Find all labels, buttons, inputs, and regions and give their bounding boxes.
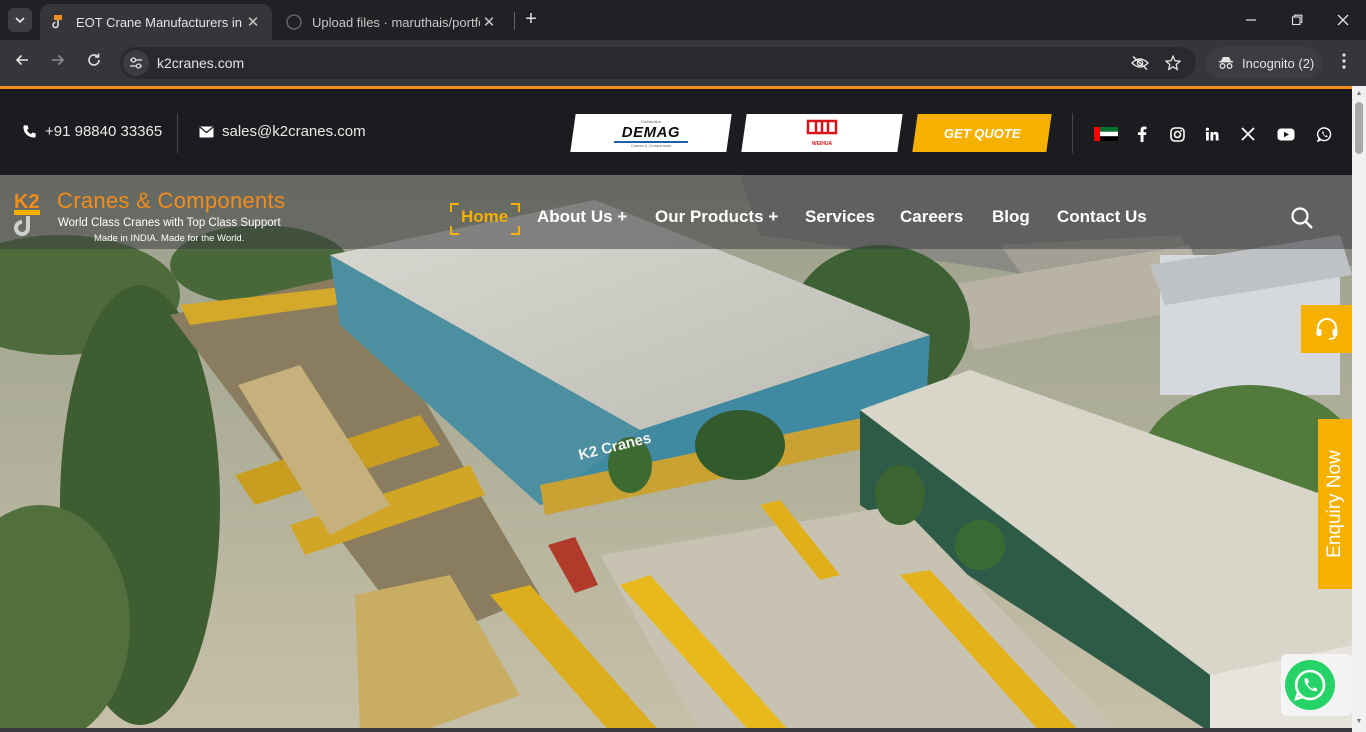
chevron-down-icon <box>15 17 25 24</box>
star-icon <box>1165 55 1181 71</box>
k2-cranes-logo[interactable]: K2 Cranes & Components World Class Crane… <box>12 186 312 246</box>
browser-tab-inactive[interactable]: Upload files · maruthais/portfoli ✕ <box>276 4 508 40</box>
nav-blog[interactable]: Blog <box>992 207 1030 227</box>
minimize-icon <box>1246 19 1256 21</box>
browser-menu-button[interactable] <box>1332 51 1356 75</box>
browser-tab-active[interactable]: EOT Crane Manufacturers in Ch ✕ <box>40 4 272 40</box>
envelope-icon <box>199 125 214 137</box>
uae-flag-icon[interactable] <box>1094 125 1118 143</box>
top-contact-bar: +91 98840 33365 sales@k2cranes.com Distr… <box>0 89 1352 175</box>
divider <box>177 113 178 153</box>
incognito-indicator[interactable]: Incognito (2) <box>1206 47 1322 79</box>
whatsapp-float-widget[interactable] <box>1281 654 1352 716</box>
bottom-edge <box>0 728 1352 732</box>
logo-mark: K2 <box>14 191 40 213</box>
new-tab-button[interactable]: + <box>520 8 542 32</box>
nav-contact-us[interactable]: Contact Us <box>1057 207 1147 227</box>
reload-button[interactable] <box>82 51 106 75</box>
tab-title: EOT Crane Manufacturers in Ch <box>76 14 244 30</box>
bookmark-button[interactable] <box>1161 51 1185 75</box>
whatsapp-icon[interactable] <box>1315 125 1333 143</box>
forward-button[interactable] <box>46 51 70 75</box>
get-quote-label: GET QUOTE <box>943 125 1021 141</box>
phone-link[interactable]: +91 98840 33365 <box>22 123 162 140</box>
headset-icon <box>1316 318 1337 340</box>
close-tab-icon[interactable]: ✕ <box>244 13 262 31</box>
email-link[interactable]: sales@k2cranes.com <box>199 123 366 140</box>
whatsapp-chat-icon[interactable] <box>1285 660 1335 710</box>
close-tab-icon[interactable]: ✕ <box>480 13 498 31</box>
site-info-button[interactable] <box>123 50 149 76</box>
eye-off-icon <box>1131 55 1149 71</box>
nav-our-products[interactable]: Our Products + <box>655 207 778 227</box>
demag-partner-logo[interactable]: Distribution DEMAG Cranes & Components <box>570 114 732 152</box>
webpage: +91 98840 33365 sales@k2cranes.com Distr… <box>0 86 1352 732</box>
linkedin-icon[interactable] <box>1203 125 1221 143</box>
back-button[interactable] <box>10 51 34 75</box>
demag-subtitle: Cranes & Components <box>630 142 672 148</box>
scroll-up-arrow-icon[interactable]: ▲ <box>1355 90 1363 98</box>
crane-favicon-icon <box>50 14 66 30</box>
nav-home[interactable]: Home <box>461 207 508 227</box>
restore-icon <box>1291 14 1303 26</box>
nav-about-us[interactable]: About Us + <box>537 207 627 227</box>
reload-icon <box>88 53 100 66</box>
tab-title: Upload files · maruthais/portfoli <box>312 14 480 30</box>
weihua-wordmark: WEIHUA <box>811 141 833 147</box>
enquiry-now-tab[interactable]: Enquiry Now <box>1318 419 1352 589</box>
page-scrollbar[interactable]: ▲ ▼ <box>1352 86 1366 732</box>
restore-button[interactable] <box>1274 0 1320 40</box>
browser-tab-strip: EOT Crane Manufacturers in Ch ✕ Upload f… <box>0 0 1366 40</box>
phone-number: +91 98840 33365 <box>45 123 163 140</box>
scroll-down-arrow-icon[interactable]: ▼ <box>1355 718 1363 726</box>
email-address: sales@k2cranes.com <box>222 123 366 140</box>
enquiry-now-label: Enquiry Now <box>1324 450 1345 558</box>
nav-careers[interactable]: Careers <box>900 207 963 227</box>
url-text[interactable]: k2cranes.com <box>157 55 1196 71</box>
logo-company-name: Cranes & Components <box>57 188 286 213</box>
minimize-button[interactable] <box>1228 0 1274 40</box>
address-bar[interactable]: k2cranes.com <box>120 47 1196 79</box>
phone-icon <box>23 125 36 138</box>
github-favicon-icon <box>286 14 302 30</box>
tab-divider <box>514 12 515 30</box>
hero-aerial-factory-image: K2 Cranes <box>0 175 1352 732</box>
weihua-logo-icon <box>806 119 838 135</box>
demag-wordmark: DEMAG <box>621 123 681 141</box>
weihua-partner-logo[interactable]: WEIHUA <box>741 114 903 152</box>
incognito-icon <box>1219 57 1233 69</box>
forward-arrow-icon <box>52 54 65 66</box>
youtube-icon[interactable] <box>1277 125 1295 143</box>
x-twitter-icon[interactable] <box>1239 125 1257 143</box>
back-arrow-icon <box>15 54 28 66</box>
divider <box>1072 113 1073 153</box>
demag-distribution-text: Distribution <box>640 118 661 124</box>
close-icon <box>1337 14 1349 26</box>
k2-hook-logo-icon: K2 <box>14 191 40 236</box>
browser-toolbar: k2cranes.com Incognito (2) <box>0 40 1366 86</box>
tab-search-button[interactable] <box>8 8 32 32</box>
incognito-label: Incognito (2) <box>1242 55 1315 71</box>
search-icon[interactable] <box>1290 206 1314 230</box>
logo-tagline: World Class Cranes with Top Class Suppor… <box>58 217 281 229</box>
close-window-button[interactable] <box>1320 0 1366 40</box>
more-vert-icon <box>1342 53 1346 69</box>
nav-services[interactable]: Services <box>805 207 875 227</box>
scroll-thumb[interactable] <box>1355 102 1363 154</box>
support-chat-button[interactable] <box>1301 305 1352 353</box>
facebook-icon[interactable] <box>1133 125 1151 143</box>
get-quote-button[interactable]: GET QUOTE <box>912 114 1052 152</box>
tracking-protection-button[interactable] <box>1128 51 1152 75</box>
tune-icon <box>130 57 142 69</box>
instagram-icon[interactable] <box>1168 125 1186 143</box>
logo-made-in-india: Made in INDIA. Made for the World. <box>94 233 245 244</box>
